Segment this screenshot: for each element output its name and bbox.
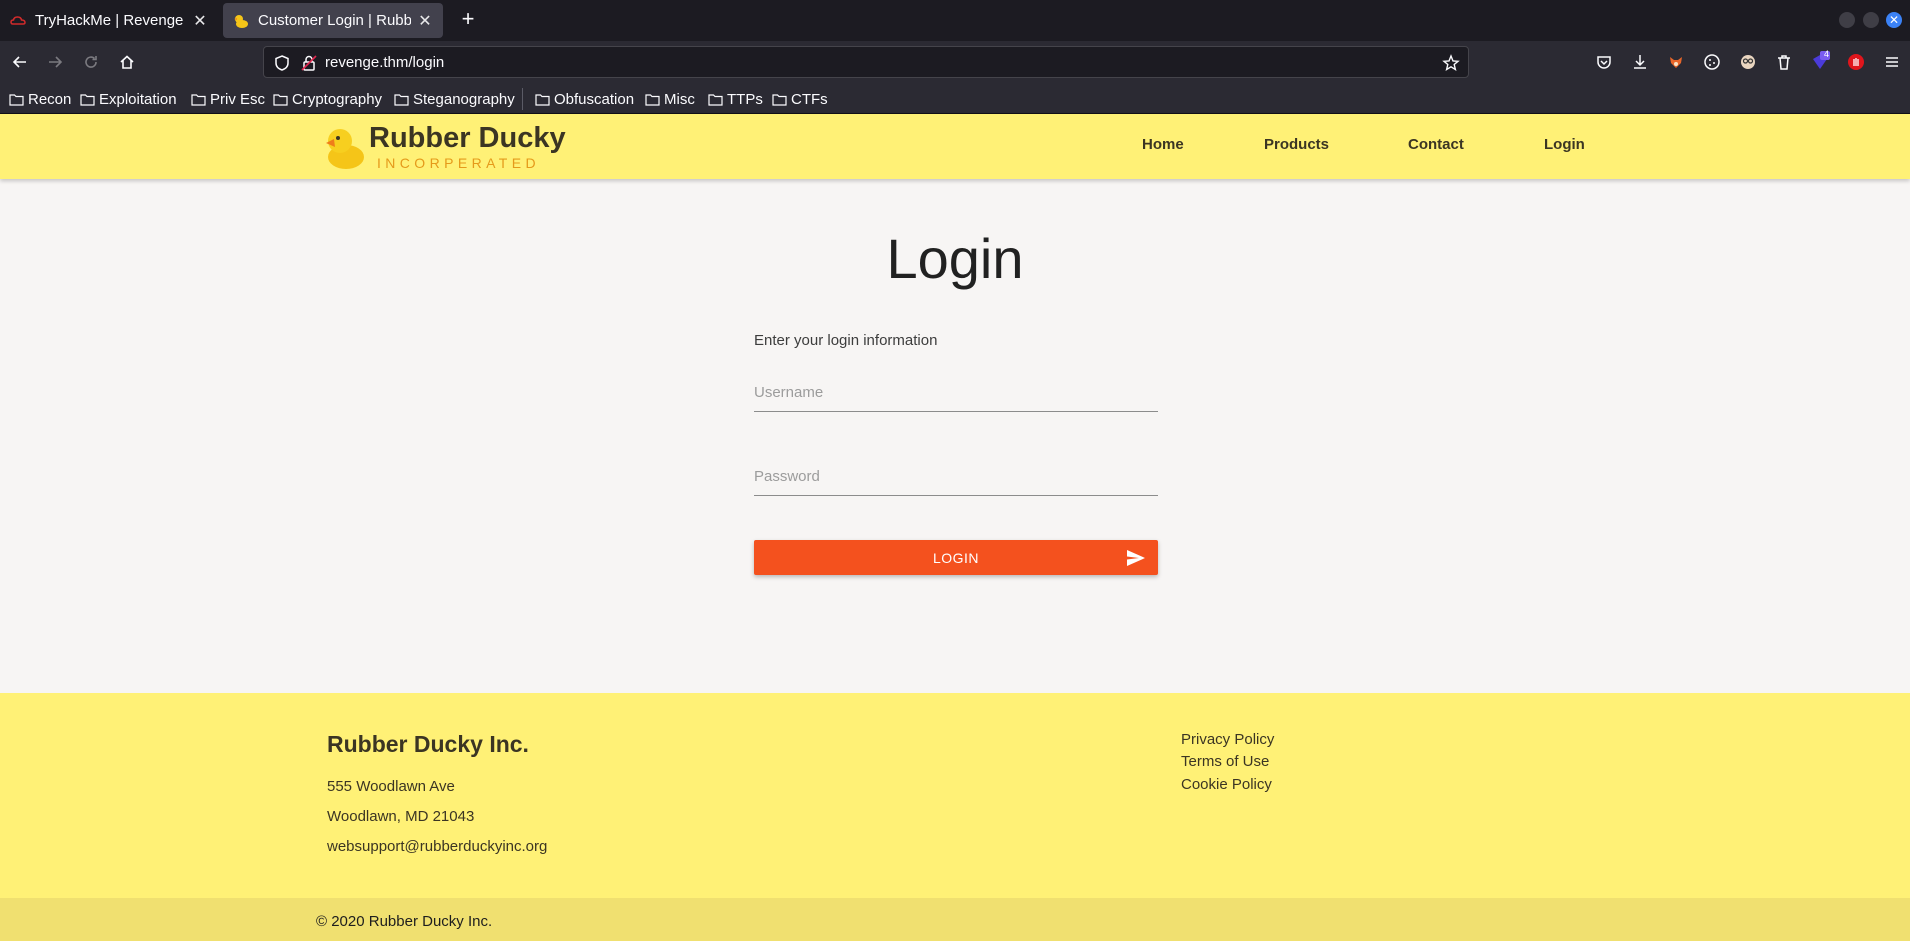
nav-login[interactable]: Login: [1544, 136, 1585, 153]
terms-of-use-link[interactable]: Terms of Use: [1181, 753, 1269, 770]
folder-icon: [708, 93, 723, 106]
new-tab-icon[interactable]: +: [456, 8, 480, 32]
browser-toolbar: revenge.thm/login 4: [0, 41, 1910, 83]
tab-customer-login[interactable]: Customer Login | Rubber Ducky Inc. ✕: [223, 3, 443, 38]
username-field: [754, 378, 1158, 412]
login-button[interactable]: LOGIN: [754, 540, 1158, 575]
close-tab-icon[interactable]: ✕: [192, 11, 208, 31]
password-input[interactable]: [754, 462, 1158, 485]
rubber-duck-icon: [234, 14, 248, 28]
folder-icon: [80, 93, 95, 106]
back-icon[interactable]: [8, 50, 32, 74]
url-bar[interactable]: revenge.thm/login: [263, 46, 1469, 78]
cookie-policy-link[interactable]: Cookie Policy: [1181, 776, 1272, 793]
folder-icon: [191, 93, 206, 106]
rubber-duck-logo-icon: [326, 129, 364, 169]
menu-icon[interactable]: [1880, 50, 1904, 74]
bookmark-label: Priv Esc: [210, 90, 266, 108]
bookmark-folder-obfuscation[interactable]: Obfuscation: [535, 89, 634, 109]
username-input[interactable]: [754, 378, 1158, 401]
privacy-policy-link[interactable]: Privacy Policy: [1181, 731, 1274, 748]
tab-label: Customer Login | Rubber Ducky Inc.: [258, 12, 411, 29]
bookmark-folder-cryptography[interactable]: Cryptography: [273, 89, 382, 109]
bookmark-folder-exploitation[interactable]: Exploitation: [80, 89, 177, 109]
extension-shield-icon[interactable]: 4: [1808, 49, 1832, 74]
folder-icon: [772, 93, 787, 106]
trash-icon[interactable]: [1772, 50, 1796, 74]
insecure-lock-icon[interactable]: [300, 54, 318, 72]
close-window-button[interactable]: ✕: [1886, 12, 1902, 28]
page-title: Login: [886, 227, 1024, 290]
send-icon: [1127, 550, 1145, 566]
download-icon[interactable]: [1628, 50, 1652, 74]
reload-icon[interactable]: [79, 50, 103, 74]
ublock-icon[interactable]: [1844, 50, 1868, 74]
extension-badge: 4: [1824, 49, 1830, 59]
copyright-text: © 2020 Rubber Ducky Inc.: [316, 913, 493, 930]
minimize-window-button[interactable]: [1839, 12, 1855, 28]
url-text[interactable]: revenge.thm/login: [325, 54, 444, 71]
bookmark-folder-recon[interactable]: Recon: [9, 89, 71, 109]
bookmark-label: Misc: [664, 90, 695, 108]
site-header: Rubber Ducky INCORPERATED Home Products …: [0, 114, 1910, 179]
footer-address-line1: 555 Woodlawn Ave: [327, 778, 455, 795]
bookmark-folder-ttps[interactable]: TTPs: [708, 89, 763, 109]
shield-icon[interactable]: [273, 54, 291, 72]
tab-tryhackme[interactable]: TryHackMe | Revenge ✕: [0, 3, 218, 38]
folder-icon: [394, 93, 409, 106]
cookie-icon[interactable]: [1700, 50, 1724, 74]
folder-icon: [273, 93, 288, 106]
bookmark-folder-steganography[interactable]: Steganography: [394, 89, 515, 109]
bookmark-folder-misc[interactable]: Misc: [645, 89, 695, 109]
close-tab-icon[interactable]: ✕: [417, 11, 433, 31]
site-logo[interactable]: Rubber Ducky INCORPERATED: [320, 119, 570, 175]
pocket-icon[interactable]: [1592, 50, 1616, 74]
bookmark-label: Exploitation: [99, 90, 177, 108]
footer-company-name: Rubber Ducky Inc.: [327, 731, 529, 757]
bookmark-label: Steganography: [413, 90, 515, 108]
bookmark-label: TTPs: [727, 90, 763, 108]
password-field: [754, 462, 1158, 496]
bookmark-folder-priv-esc[interactable]: Priv Esc: [191, 89, 265, 109]
bookmark-label: Obfuscation: [554, 90, 635, 108]
bookmark-folder-ctfs[interactable]: CTFs: [772, 89, 828, 109]
nav-home[interactable]: Home: [1142, 136, 1184, 153]
bookmark-label: Recon: [28, 90, 72, 108]
nav-contact[interactable]: Contact: [1408, 136, 1464, 153]
tab-label: TryHackMe | Revenge: [35, 12, 184, 29]
bookmark-label: CTFs: [791, 90, 828, 108]
bookmark-label: Cryptography: [292, 90, 383, 108]
browser-tab-bar: TryHackMe | Revenge ✕ Customer Login | R…: [0, 0, 1910, 41]
login-button-label: LOGIN: [932, 549, 980, 566]
forward-icon[interactable]: [43, 50, 67, 74]
brand-name: Rubber Ducky: [369, 122, 566, 154]
tryhackme-icon: [10, 15, 26, 25]
site-footer: Rubber Ducky Inc. 555 Woodlawn Ave Woodl…: [0, 693, 1910, 898]
footer-address-line2: Woodlawn, MD 21043: [327, 808, 475, 825]
folder-icon: [645, 93, 660, 106]
home-icon[interactable]: [115, 50, 139, 74]
wappalyzer-icon[interactable]: [1736, 50, 1760, 74]
folder-icon: [9, 93, 24, 106]
nav-products[interactable]: Products: [1264, 136, 1329, 153]
footer-email[interactable]: websupport@rubberduckyinc.org: [327, 838, 547, 855]
foxyproxy-icon[interactable]: [1664, 50, 1688, 74]
bookmark-separator: [522, 88, 523, 110]
folder-icon: [535, 93, 550, 106]
copyright-bar: © 2020 Rubber Ducky Inc.: [0, 898, 1910, 941]
brand-subtitle: INCORPERATED: [377, 155, 540, 171]
bookmarks-toolbar: Recon Exploitation Priv Esc Cryptography…: [0, 83, 1910, 114]
login-prompt: Enter your login information: [754, 332, 938, 349]
maximize-window-button[interactable]: [1863, 12, 1879, 28]
bookmark-star-icon[interactable]: [1442, 54, 1460, 72]
